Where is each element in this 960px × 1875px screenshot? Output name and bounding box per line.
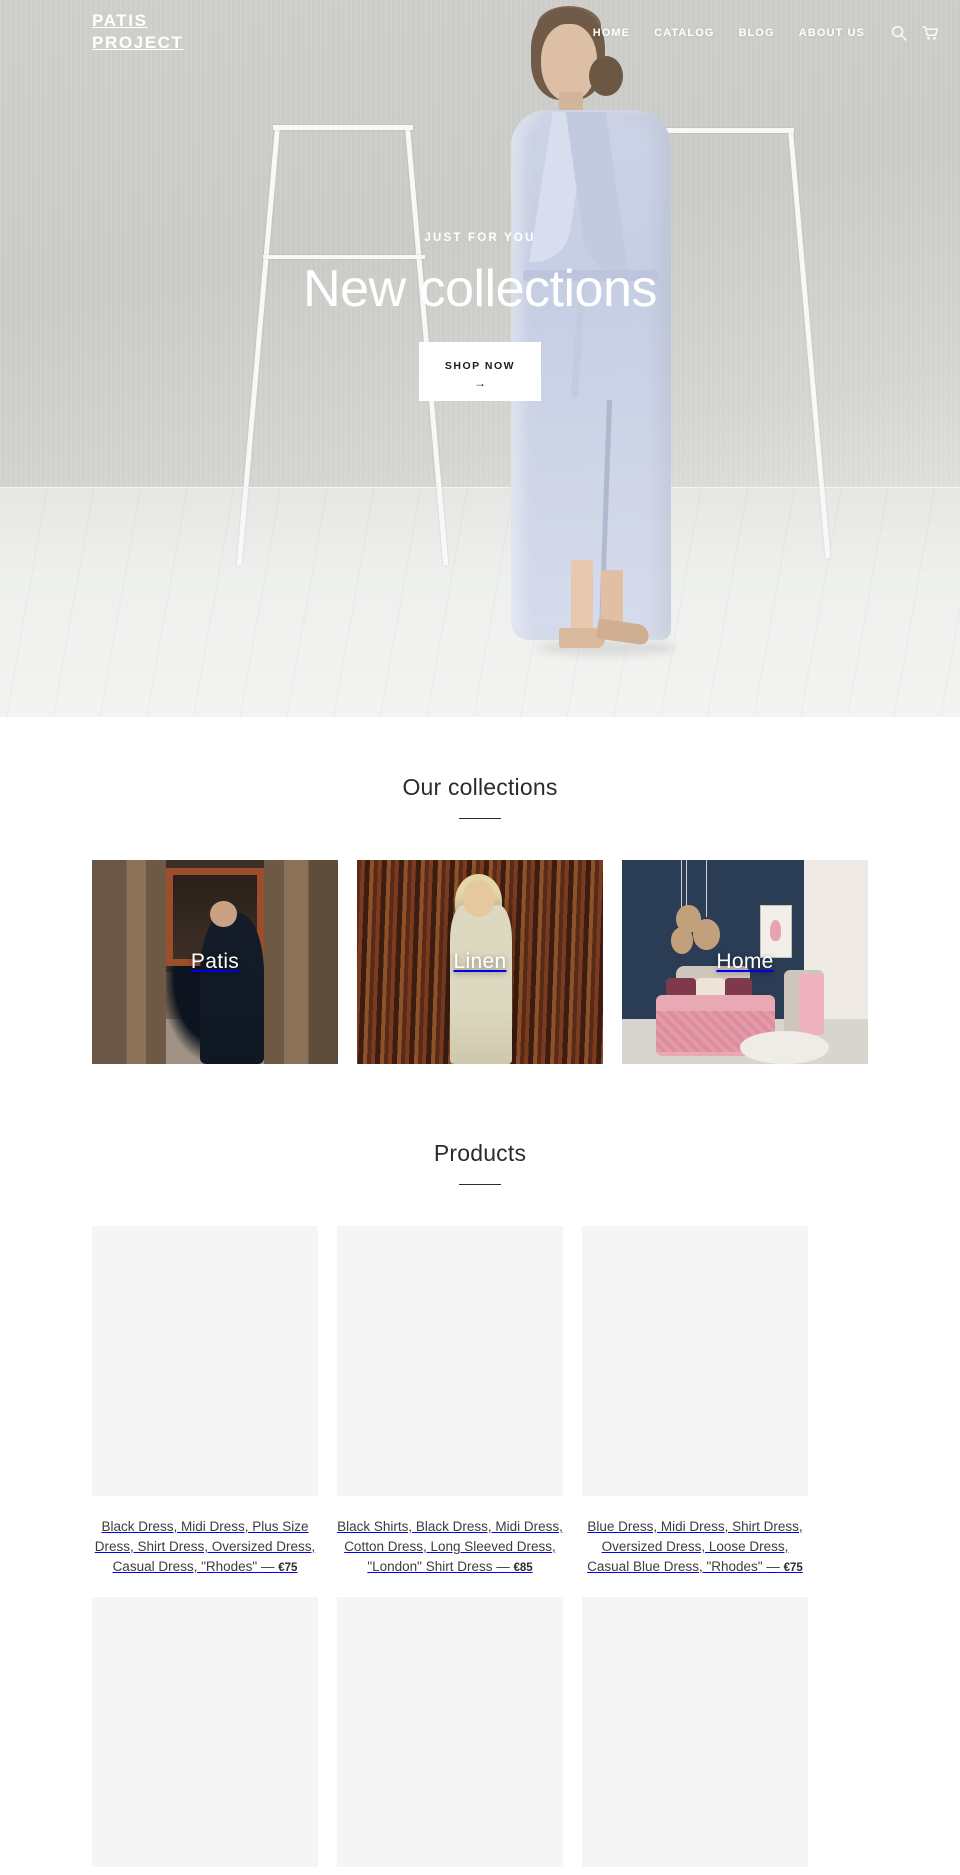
product-info: Black Shirts, Black Dress, Midi Dress, C… — [337, 1517, 563, 1578]
product-card[interactable]: Black Dress, Midi Dress, Plus Size Dress… — [92, 1226, 318, 1578]
product-info: Blue Dress, Midi Dress, Shirt Dress, Ove… — [582, 1517, 808, 1578]
collections-section: Our collections Patis Linen Home — [0, 717, 960, 1064]
collection-card-home[interactable]: Home — [622, 860, 868, 1064]
product-image-placeholder — [582, 1226, 808, 1496]
product-card[interactable]: Blue Dress, Midi Dress, Shirt Dress, Ove… — [582, 1226, 808, 1578]
products-title: Products — [433, 1140, 527, 1166]
arrow-right-icon: → — [474, 376, 486, 390]
collection-label: Patis — [190, 950, 240, 973]
product-separator: — — [260, 1559, 275, 1574]
nav-item-catalog[interactable]: CATALOG — [642, 27, 726, 39]
section-divider — [459, 818, 501, 819]
product-grid: Black Dress, Midi Dress, Plus Size Dress… — [92, 1226, 868, 1867]
product-image-placeholder — [337, 1226, 563, 1496]
product-image-placeholder — [92, 1597, 318, 1867]
site-header: PATIS PROJECT HOME CATALOG BLOG ABOUT US — [0, 0, 960, 70]
products-header: Products — [92, 1140, 868, 1185]
collection-card-linen[interactable]: Linen — [357, 860, 603, 1064]
shop-now-button[interactable]: SHOP NOW → — [418, 342, 542, 401]
product-price: €75 — [783, 1562, 803, 1574]
collection-card-patis[interactable]: Patis — [92, 860, 338, 1064]
product-price: €85 — [513, 1562, 533, 1574]
hero-eyebrow: JUST FOR YOU — [424, 232, 536, 244]
product-separator: — — [496, 1559, 510, 1574]
product-separator: — — [766, 1559, 780, 1574]
hero-title: New collections — [303, 260, 657, 318]
product-card[interactable] — [92, 1597, 318, 1867]
product-info: Black Dress, Midi Dress, Plus Size Dress… — [92, 1517, 318, 1578]
logo-line-1: PATIS — [92, 11, 148, 30]
hero-section: PATIS PROJECT HOME CATALOG BLOG ABOUT US — [0, 0, 960, 717]
main-navigation: HOME CATALOG BLOG ABOUT US — [581, 25, 939, 41]
hero-copy: JUST FOR YOU New collections SHOP NOW → — [0, 232, 960, 401]
collection-label: Linen — [453, 950, 507, 973]
site-logo[interactable]: PATIS PROJECT — [92, 10, 242, 54]
nav-item-blog[interactable]: BLOG — [727, 27, 787, 39]
product-image-placeholder — [337, 1597, 563, 1867]
collection-label: Home — [716, 950, 774, 973]
nav-item-home[interactable]: HOME — [581, 27, 642, 39]
logo-line-2: PROJECT — [92, 33, 184, 52]
product-price: €75 — [278, 1562, 298, 1574]
collections-grid: Patis Linen Home — [92, 860, 868, 1064]
product-card[interactable] — [337, 1597, 563, 1867]
cart-icon[interactable] — [922, 25, 939, 41]
product-card[interactable] — [582, 1597, 808, 1867]
search-icon[interactable] — [891, 25, 907, 41]
product-image-placeholder — [582, 1597, 808, 1867]
products-section: Products Black Dress, Midi Dress, Plus S… — [0, 1064, 960, 1867]
section-divider — [459, 1184, 501, 1185]
collections-title: Our collections — [402, 774, 558, 800]
nav-item-about-us[interactable]: ABOUT US — [787, 27, 877, 39]
product-image-placeholder — [92, 1226, 318, 1496]
shop-now-label: SHOP NOW — [444, 360, 516, 372]
header-icon-group — [891, 25, 939, 41]
collections-header: Our collections — [92, 774, 868, 819]
product-card[interactable]: Black Shirts, Black Dress, Midi Dress, C… — [337, 1226, 563, 1578]
